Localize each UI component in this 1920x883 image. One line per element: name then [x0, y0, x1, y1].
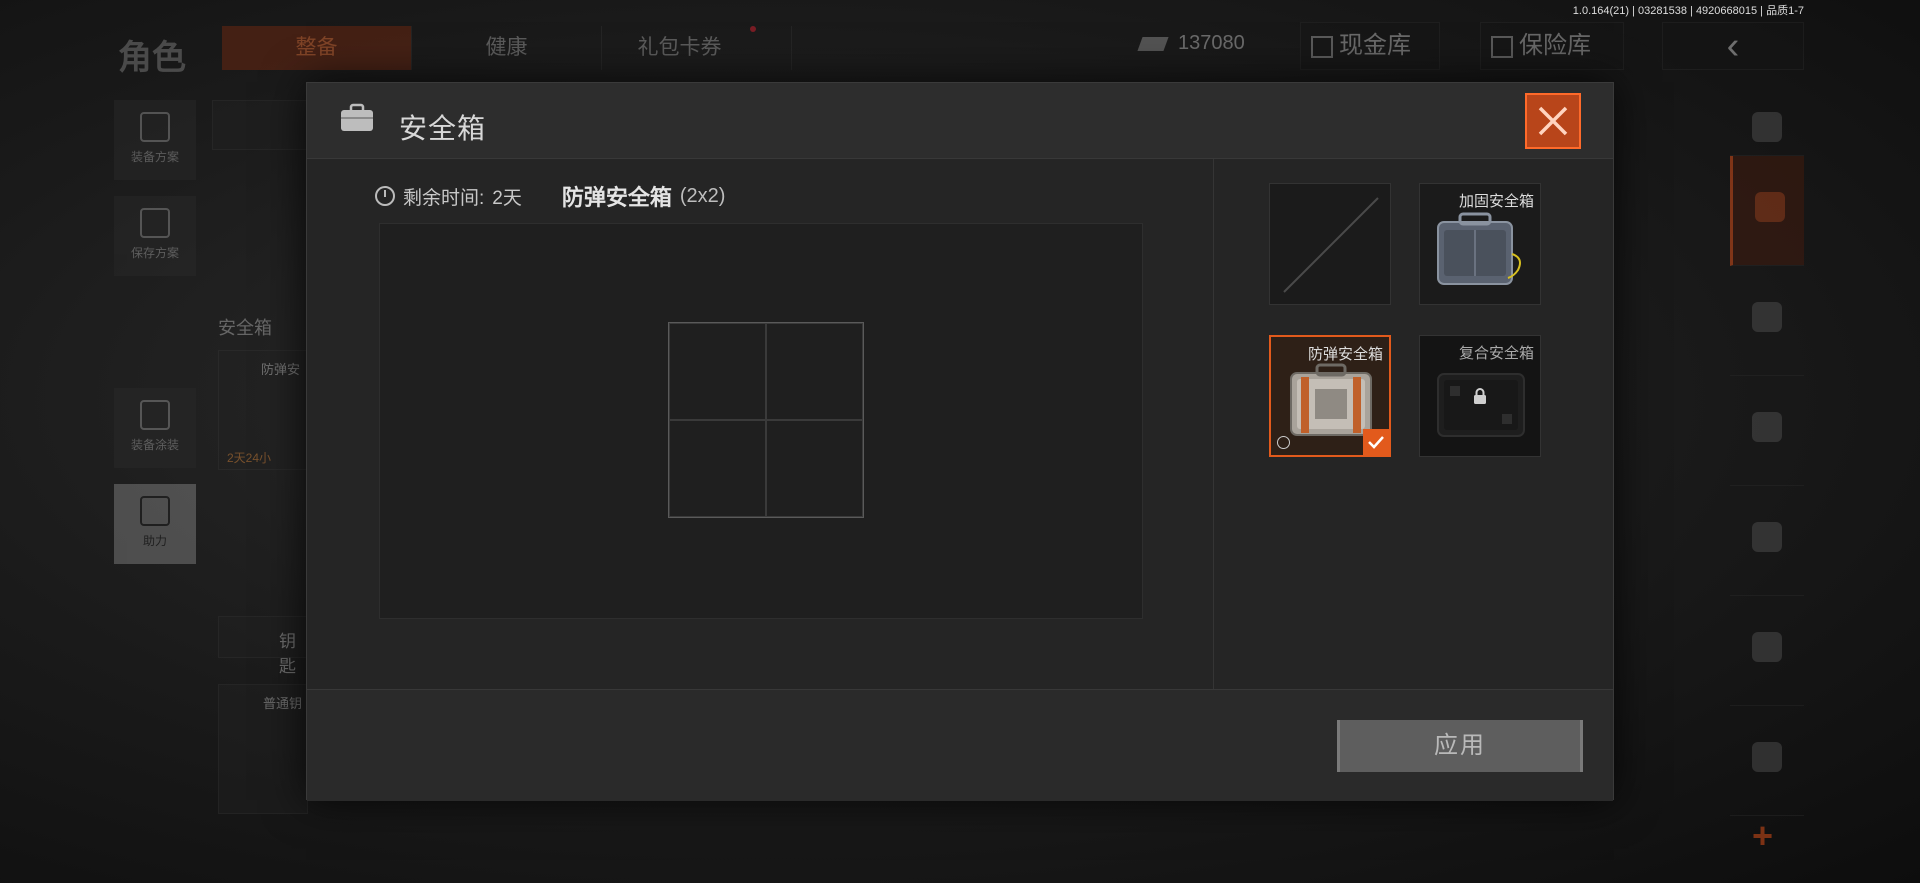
safebox-dialog: 安全箱 剩余时间: 2天 防弹安全箱 (2x2) 加固安全箱 防弹安全箱 复合安…	[306, 82, 1614, 801]
bg-key-header: 钥匙	[218, 616, 308, 676]
money-display: 137080	[1137, 32, 1245, 55]
safebox-slot-empty[interactable]	[1269, 183, 1391, 305]
insurance-vault-button[interactable]: 保险库	[1480, 22, 1624, 70]
safebox-info-row: 剩余时间: 2天 防弹安全箱 (2x2)	[375, 181, 725, 211]
bg-safebox-timer: 2天24小	[227, 451, 272, 465]
clock-icon	[375, 186, 395, 206]
category-magazine[interactable]	[1730, 486, 1804, 596]
plus-icon[interactable]: +	[1752, 815, 1773, 857]
dialog-footer: 应用	[307, 689, 1613, 801]
category-ammo[interactable]	[1730, 596, 1804, 706]
helmet-icon	[1752, 302, 1782, 332]
medkit-icon	[1752, 742, 1782, 772]
notification-dot-icon	[749, 26, 756, 32]
check-icon	[1363, 429, 1389, 455]
tab-health[interactable]: 健康	[412, 26, 602, 70]
remaining-time-label: 剩余时间:	[403, 187, 485, 209]
tab-outfit[interactable]: 整备	[222, 26, 412, 70]
bg-key-heading: 钥匙	[279, 632, 296, 676]
top-bar: 角色 整备 健康 礼包卡券 137080 现金库 0 保险库 ‹	[0, 20, 1920, 105]
reinforced-case-icon	[1437, 212, 1521, 285]
safebox-name: 防弹安全箱	[561, 185, 672, 210]
back-button[interactable]: ‹	[1662, 22, 1804, 70]
vest-icon	[140, 112, 170, 142]
cash-icon	[1137, 36, 1169, 51]
category-rifle[interactable]	[1730, 376, 1804, 486]
safebox-grid-area	[379, 223, 1143, 619]
empty-slash-icon	[1283, 197, 1379, 293]
bullet-icon	[1752, 632, 1782, 662]
category-stack[interactable]	[1730, 100, 1804, 156]
cash-vault-button[interactable]: 现金库 0	[1300, 22, 1440, 105]
safebox-preview-area: 剩余时间: 2天 防弹安全箱 (2x2)	[307, 159, 1213, 689]
apply-button[interactable]: 应用	[1337, 720, 1583, 772]
panel-divider	[1213, 159, 1214, 689]
bg-slot-panel	[212, 100, 312, 150]
chevron-left-icon: ‹	[1726, 25, 1740, 67]
skin-label: 装备涂装	[130, 438, 179, 452]
money-value: 137080	[1178, 32, 1245, 54]
boost-label: 助力	[142, 534, 167, 548]
loadout-plan-button[interactable]: 装备方案	[114, 100, 196, 180]
stack-icon	[1752, 112, 1782, 142]
boost-button[interactable]: 助力	[114, 484, 196, 564]
bg-safebox-name: 防弹安	[261, 362, 301, 377]
dialog-header: 安全箱	[307, 83, 1613, 159]
helmet-icon	[140, 400, 170, 430]
remaining-time-value: 2天	[492, 187, 522, 209]
tab-gift-coupons[interactable]: 礼包卡券	[602, 26, 792, 70]
magazine-icon	[1752, 522, 1782, 552]
save-plan-label: 保存方案	[130, 246, 179, 260]
grid-cell[interactable]	[669, 420, 766, 517]
bg-key-name: 普通钥	[263, 696, 303, 711]
briefcase-icon	[1755, 192, 1785, 222]
briefcase-icon	[341, 103, 373, 131]
lightning-icon	[140, 496, 170, 526]
lock-icon	[1474, 388, 1486, 404]
bg-safebox-card[interactable]: 防弹安 2天24小	[218, 350, 308, 470]
game-screen: 角色 整备 健康 礼包卡券 137080 现金库 0 保险库 ‹ 装备方案 保存…	[0, 0, 1920, 883]
version-info: 1.0.164(21) | 03281538 | 4920668015 | 品质…	[1572, 5, 1804, 17]
right-category-bar	[1730, 100, 1804, 870]
category-medical[interactable]	[1730, 706, 1804, 816]
rifle-icon	[1752, 412, 1782, 442]
save-plan-button[interactable]: 保存方案	[114, 196, 196, 276]
bg-safebox-heading: 安全箱	[218, 318, 272, 338]
left-sidebar: 装备方案 保存方案 装备涂装 助力	[114, 100, 196, 580]
tab-gift-label: 礼包卡券	[637, 36, 722, 59]
close-button[interactable]	[1525, 93, 1581, 149]
insurance-vault-label: 保险库	[1519, 32, 1591, 59]
loadout-plan-label: 装备方案	[130, 150, 179, 164]
safebox-size: (2x2)	[679, 184, 726, 207]
bg-key-card[interactable]: 普通钥	[218, 684, 308, 814]
top-tabs: 整备 健康 礼包卡券	[222, 26, 792, 70]
safe-icon	[1491, 35, 1513, 58]
grid-cell[interactable]	[766, 323, 863, 420]
close-icon	[1538, 106, 1568, 136]
grid-cell[interactable]	[669, 323, 766, 420]
slot-clock-icon	[1277, 436, 1290, 449]
dialog-title: 安全箱	[399, 113, 487, 144]
character-title: 角色	[118, 39, 186, 77]
skin-button[interactable]: 装备涂装	[114, 388, 196, 468]
safebox-slot-reinforced[interactable]: 加固安全箱	[1419, 183, 1541, 305]
grid-cell[interactable]	[766, 420, 863, 517]
category-helmet[interactable]	[1730, 266, 1804, 376]
download-icon	[140, 208, 170, 238]
safebox-slot-composite[interactable]: 复合安全箱	[1419, 335, 1541, 457]
category-safebox[interactable]	[1730, 156, 1804, 266]
safebox-grid	[668, 322, 864, 518]
safebox-slot-bulletproof[interactable]: 防弹安全箱	[1269, 335, 1391, 457]
vault-icon	[1311, 35, 1333, 58]
